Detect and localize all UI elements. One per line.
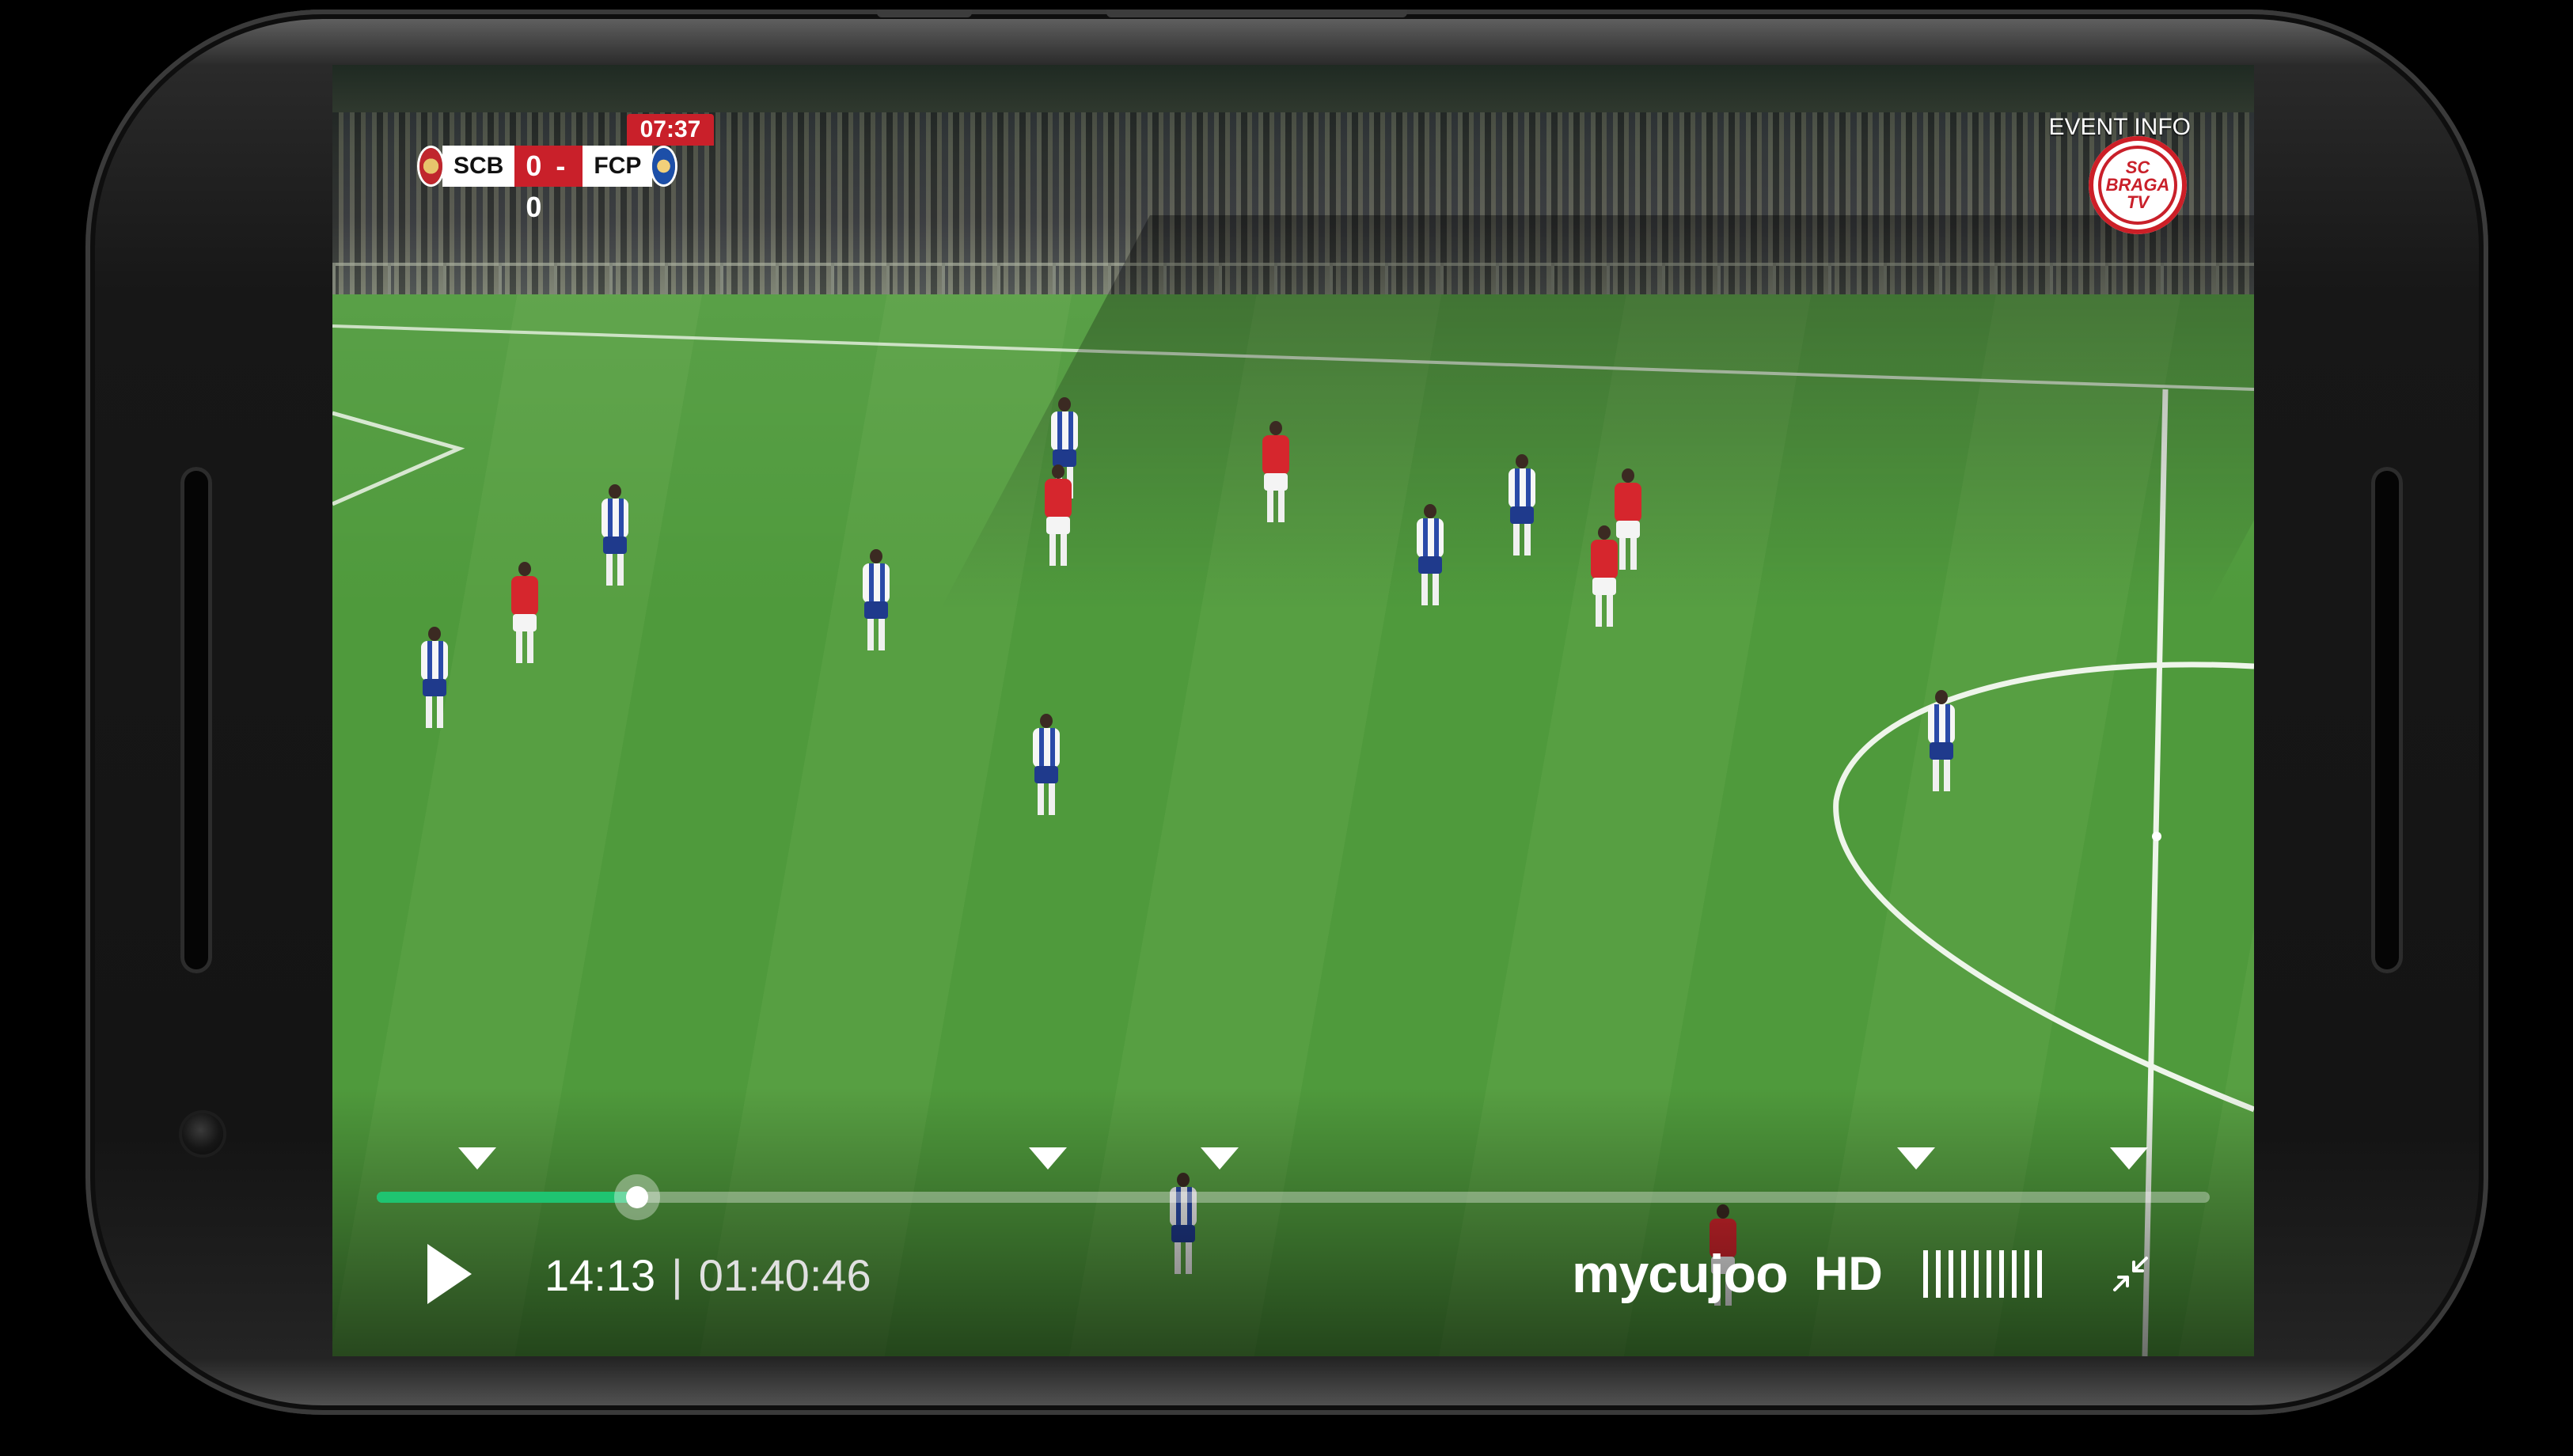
player bbox=[421, 627, 448, 730]
channel-logo-line1: SC BRAGA bbox=[2105, 157, 2170, 195]
player bbox=[1615, 468, 1641, 571]
brand-logo: mycujoo bbox=[1572, 1244, 1789, 1304]
player bbox=[1045, 464, 1072, 567]
play-icon[interactable] bbox=[427, 1244, 472, 1304]
channel-logo-badge: SC BRAGA TV bbox=[2098, 146, 2177, 225]
home-team: SCB bbox=[442, 146, 515, 187]
exit-fullscreen-icon[interactable] bbox=[2112, 1255, 2150, 1293]
away-crest-icon bbox=[652, 148, 676, 184]
phone-top-button-2 bbox=[1106, 9, 1407, 17]
event-marker-icon[interactable] bbox=[2110, 1147, 2149, 1170]
right-speaker bbox=[2371, 467, 2403, 973]
scrubber-handle[interactable] bbox=[613, 1174, 660, 1220]
event-marker-icon[interactable] bbox=[1897, 1147, 1936, 1170]
phone-top-button bbox=[877, 9, 972, 17]
bars-icon[interactable] bbox=[1923, 1250, 2042, 1298]
front-camera bbox=[182, 1113, 223, 1155]
event-marker-icon[interactable] bbox=[1028, 1147, 1067, 1170]
time-display: 14:13 | 01:40:46 bbox=[545, 1244, 871, 1307]
channel-logo-line2: TV bbox=[2126, 192, 2150, 212]
progress-fill bbox=[377, 1192, 637, 1203]
player bbox=[1591, 525, 1618, 628]
home-crest-icon bbox=[419, 148, 442, 184]
event-marker-icon[interactable] bbox=[458, 1147, 497, 1170]
event-marker-icon[interactable] bbox=[1201, 1147, 1239, 1170]
player bbox=[1928, 690, 1955, 793]
away-team: FCP bbox=[583, 146, 653, 187]
score-row: SCB 0 - 0 FCP bbox=[419, 146, 676, 223]
player bbox=[602, 484, 628, 587]
quality-button[interactable]: HD bbox=[1814, 1242, 1883, 1306]
player bbox=[1033, 714, 1060, 817]
player bbox=[863, 549, 890, 652]
controls-overlay bbox=[332, 1087, 2254, 1356]
video-player[interactable]: 07:37 SCB 0 - 0 FCP EVENT INFO SC BRAGA … bbox=[332, 65, 2254, 1356]
match-clock: 07:37 bbox=[627, 114, 714, 146]
score: 0 - 0 bbox=[514, 146, 583, 223]
progress-bar[interactable] bbox=[377, 1174, 2210, 1220]
player bbox=[1509, 454, 1535, 557]
current-time: 14:13 bbox=[545, 1250, 656, 1300]
player bbox=[511, 562, 538, 665]
player bbox=[1262, 421, 1289, 524]
total-time: 01:40:46 bbox=[698, 1250, 871, 1300]
channel-logo: SC BRAGA TV bbox=[2089, 136, 2187, 234]
player bbox=[1417, 504, 1444, 607]
event-info-link[interactable]: EVENT INFO bbox=[2049, 114, 2191, 141]
time-separator: | bbox=[671, 1250, 683, 1300]
left-speaker bbox=[180, 467, 212, 973]
